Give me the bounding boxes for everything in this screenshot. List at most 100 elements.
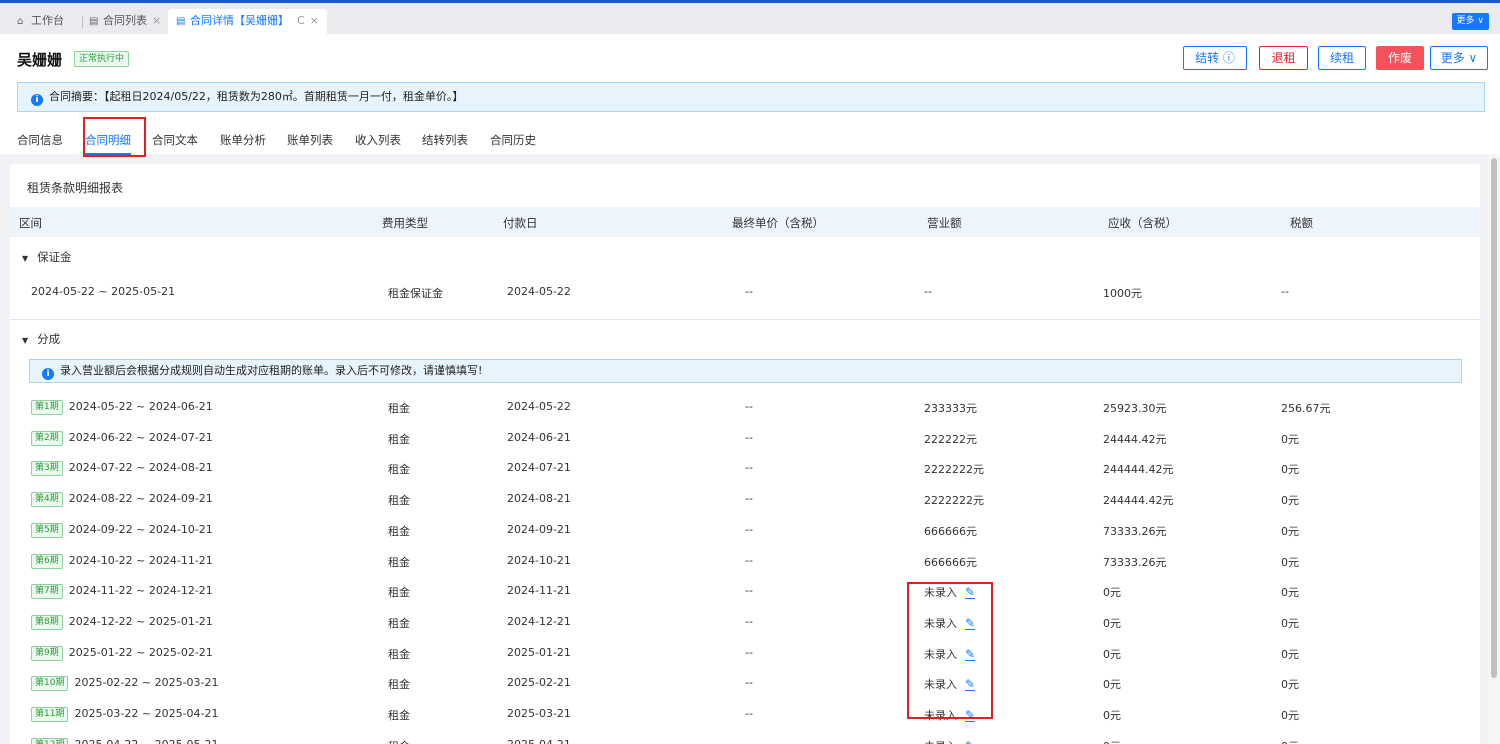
period-badge: 第12期 xyxy=(31,738,69,744)
scrollbar[interactable] xyxy=(1488,154,1500,744)
cell-turnover-text: 未录入 xyxy=(924,740,957,744)
cell-receivable: 73333.26元 xyxy=(1103,523,1167,539)
period-badge: 第1期 xyxy=(31,400,63,415)
transfer-button[interactable]: 结转 ⓘ xyxy=(1183,46,1247,70)
status-badge: 正常执行中 xyxy=(74,51,130,67)
tab-income-list[interactable]: 收入列表 xyxy=(355,132,401,148)
cell-receivable-text: 24444.42元 xyxy=(1103,433,1167,446)
cell-pay-date-text: 2025-02-21 xyxy=(507,676,571,689)
cell-unit-price: -- xyxy=(745,431,753,444)
cell-type: 租金 xyxy=(388,431,410,447)
cell-unit-price-text: -- xyxy=(745,400,753,413)
cell-unit-price-text: -- xyxy=(745,738,753,744)
cell-unit-price: -- xyxy=(745,492,753,505)
renew-button[interactable]: 续租 xyxy=(1318,46,1366,70)
range-text: 2024-08-22 ~ 2024-09-21 xyxy=(68,492,213,505)
cell-tax-text: 0元 xyxy=(1281,494,1299,507)
refund-rent-button[interactable]: 退租 xyxy=(1259,46,1308,70)
tab-contract-info[interactable]: 合同信息 xyxy=(17,132,63,148)
tab-transfer-list[interactable]: 结转列表 xyxy=(422,132,468,148)
cell-turnover-text: 233333元 xyxy=(924,402,977,415)
cell-range: 2024-05-22 ~ 2025-05-21 xyxy=(31,285,176,298)
group-toggle-share[interactable]: ▼ 分成 xyxy=(22,331,60,347)
period-badge: 第8期 xyxy=(31,615,63,630)
cell-tax-text: 0元 xyxy=(1281,463,1299,476)
cell-range: 第9期 2025-01-22 ~ 2025-02-21 xyxy=(31,646,213,661)
cell-tax: 0元 xyxy=(1281,615,1299,631)
tab-label: 合同详情【吴姗姗】 xyxy=(190,14,289,27)
cell-unit-price: -- xyxy=(745,554,753,567)
cell-receivable: 0元 xyxy=(1103,676,1121,692)
close-icon[interactable]: × xyxy=(310,14,319,27)
cell-unit-price-text: -- xyxy=(745,492,753,505)
document-icon: ▤ xyxy=(176,16,186,27)
tab-bill-analysis[interactable]: 账单分析 xyxy=(220,132,266,148)
cell-pay-date: 2024-05-22 xyxy=(507,400,571,413)
cell-type-text: 租金 xyxy=(388,617,410,630)
cell-type-text: 租金 xyxy=(388,433,410,446)
cell-pay-date: 2024-12-21 xyxy=(507,615,571,628)
cell-pay-date-text: 2024-07-21 xyxy=(507,461,571,474)
tab-workbench[interactable]: ⌂ 工作台 xyxy=(17,9,64,35)
cell-receivable: 244444.42元 xyxy=(1103,461,1174,477)
cell-unit-price: -- xyxy=(745,615,753,628)
cell-tax: 0元 xyxy=(1281,738,1299,744)
cell-receivable-text: 0元 xyxy=(1103,586,1121,599)
cell-pay-date: 2025-02-21 xyxy=(507,676,571,689)
cell-pay-date-text: 2024-05-22 xyxy=(507,400,571,413)
cell-receivable: 244444.42元 xyxy=(1103,492,1174,508)
range-text: 2024-05-22 ~ 2024-06-21 xyxy=(68,400,213,413)
cell-tax-text: 0元 xyxy=(1281,586,1299,599)
cell-unit-price: -- xyxy=(745,676,753,689)
cell-unit-price-text: -- xyxy=(745,523,753,536)
group-label: 分成 xyxy=(37,332,61,346)
period-badge: 第4期 xyxy=(31,492,63,507)
tabs-more-button[interactable]: 更多 ∨ xyxy=(1451,13,1489,30)
cell-tax-text: 256.67元 xyxy=(1281,402,1331,415)
tab-contract-list[interactable]: ▤ 合同列表 × xyxy=(89,9,161,35)
cell-unit-price-text: -- xyxy=(745,676,753,689)
tab-bill-list[interactable]: 账单列表 xyxy=(287,132,333,148)
cell-tax-text: 0元 xyxy=(1281,678,1299,691)
more-button[interactable]: 更多 ∨ xyxy=(1430,46,1488,70)
period-badge: 第6期 xyxy=(31,554,63,569)
cell-tax-text: 0元 xyxy=(1281,433,1299,446)
cell-turnover-text: 222222元 xyxy=(924,433,977,446)
cell-receivable-text: 244444.42元 xyxy=(1103,494,1174,507)
scrollbar-thumb[interactable] xyxy=(1491,158,1497,678)
cell-type: 租金 xyxy=(388,523,410,539)
cell-unit-price-text: -- xyxy=(745,461,753,474)
cell-tax: 256.67元 xyxy=(1281,400,1331,416)
cell-unit-price-text: -- xyxy=(745,707,753,720)
cell-type: 租金 xyxy=(388,400,410,416)
range-text: 2024-07-22 ~ 2024-08-21 xyxy=(68,461,213,474)
range-text: 2025-04-22 ~ 2025-05-21 xyxy=(74,738,218,744)
tab-contract-history[interactable]: 合同历史 xyxy=(490,132,536,148)
cell-pay-date: 2024-07-21 xyxy=(507,461,571,474)
contract-header: 吴姗姗 正常执行中 结转 ⓘ 退租 续租 作废 更多 ∨ i 合同摘要：【起租日2… xyxy=(0,34,1500,155)
cell-tax-text: 0元 xyxy=(1281,617,1299,630)
group-toggle-deposit[interactable]: ▼ 保证金 xyxy=(22,249,72,265)
cell-turnover: 2222222元 xyxy=(924,492,984,508)
cell-range: 第12期 2025-04-22 ~ 2025-05-21 xyxy=(31,738,219,744)
tab-contract-detail[interactable]: ▤ 合同详情【吴姗姗】 C × xyxy=(168,9,327,35)
close-icon[interactable]: × xyxy=(152,14,161,27)
cell-receivable-text: 0元 xyxy=(1103,678,1121,691)
period-badge: 第9期 xyxy=(31,646,63,661)
col-range: 区间 xyxy=(19,216,42,230)
caret-down-icon: ▼ xyxy=(22,336,29,345)
cell-receivable: 73333.26元 xyxy=(1103,554,1167,570)
cell-turnover-text: 2222222元 xyxy=(924,463,984,476)
void-button[interactable]: 作废 xyxy=(1376,46,1424,70)
cell-tax-text: 0元 xyxy=(1281,556,1299,569)
summary-label: 合同摘要： xyxy=(49,90,104,103)
cell-unit-price: -- xyxy=(745,738,753,744)
cell-unit-price-text: -- xyxy=(745,646,753,659)
cell-pay-date-text: 2024-08-21 xyxy=(507,492,571,505)
contract-summary: i 合同摘要：【起租日2024/05/22，租赁数为280㎡。首期租赁一月一付，租… xyxy=(17,82,1485,112)
refresh-icon[interactable]: C xyxy=(297,14,305,27)
cell-range: 第1期 2024-05-22 ~ 2024-06-21 xyxy=(31,400,213,415)
caret-down-icon: ▼ xyxy=(22,254,29,263)
tab-contract-text[interactable]: 合同文本 xyxy=(152,132,198,148)
range-text: 2025-01-22 ~ 2025-02-21 xyxy=(68,646,213,659)
